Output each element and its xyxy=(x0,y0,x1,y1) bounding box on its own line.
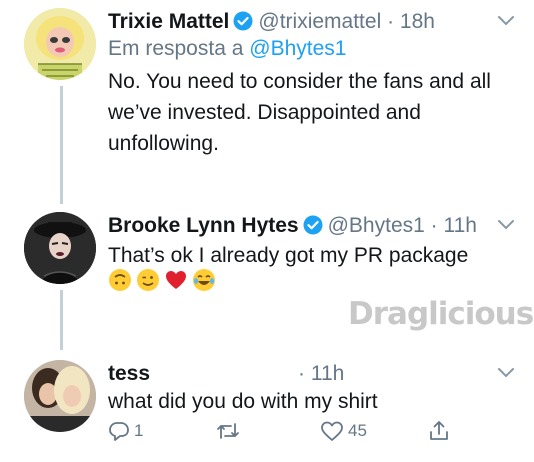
tweet-text-line: That’s ok I already got my PR package xyxy=(108,244,469,267)
timestamp[interactable]: · 11h xyxy=(298,362,344,386)
thread-line-2 xyxy=(60,290,63,350)
verified-badge-icon xyxy=(303,215,323,241)
tweet-text-line: unfollowing. xyxy=(108,132,219,155)
reply-button[interactable]: 1 xyxy=(108,420,143,442)
retweet-button[interactable] xyxy=(216,420,240,442)
share-button[interactable] xyxy=(428,420,450,442)
chevron-down-icon[interactable] xyxy=(497,218,515,230)
tweet-text-line: No. You need to consider the fans and al… xyxy=(108,70,491,93)
like-button[interactable]: 45 xyxy=(320,420,367,442)
avatar-trixie[interactable] xyxy=(24,8,96,80)
reply-context: Em resposta a @Bhytes1 xyxy=(108,37,346,61)
reply-prefix: Em resposta a xyxy=(108,37,244,60)
watermark: Draglicious xyxy=(348,296,534,332)
tweet-text-line: we’ve invested. Disappointed and xyxy=(108,101,421,124)
tweet-1-header: Trixie Mattel @trixiemattel · 18h xyxy=(108,10,435,37)
tweet-text-line: what did you do with my shirt xyxy=(108,390,378,413)
reply-count: 1 xyxy=(134,421,144,440)
avatar-brooke[interactable] xyxy=(24,212,96,284)
verified-badge-icon xyxy=(233,11,253,37)
handle[interactable]: @trixiemattel xyxy=(258,10,381,33)
tweet-2-header: Brooke Lynn Hytes @Bhytes1 · 11h xyxy=(108,214,477,241)
tears-of-joy-icon xyxy=(192,268,216,292)
winking-face-icon xyxy=(136,268,160,292)
tweet-actions: 1 45 xyxy=(108,420,508,450)
handle[interactable]: @Bhytes1 xyxy=(328,214,425,237)
avatar-tess[interactable] xyxy=(24,360,96,432)
display-name[interactable]: Trixie Mattel xyxy=(108,10,229,33)
timestamp[interactable]: · 11h xyxy=(431,214,477,237)
emoji-row xyxy=(108,268,220,296)
share-icon xyxy=(428,420,450,442)
upside-down-face-icon xyxy=(108,268,132,292)
red-heart-icon xyxy=(164,268,188,292)
timestamp[interactable]: · 18h xyxy=(387,10,435,33)
tweet-1-text: No. You need to consider the fans and al… xyxy=(108,66,491,159)
tweet-3-text: what did you do with my shirt xyxy=(108,386,378,417)
chevron-down-icon[interactable] xyxy=(497,14,515,26)
like-count: 45 xyxy=(348,421,367,440)
retweet-icon xyxy=(216,420,240,442)
reply-to-link[interactable]: @Bhytes1 xyxy=(249,37,346,60)
display-name[interactable]: Brooke Lynn Hytes xyxy=(108,214,299,237)
like-icon xyxy=(320,420,344,442)
display-name[interactable]: tess xyxy=(108,362,150,385)
chevron-down-icon[interactable] xyxy=(497,366,515,378)
tweet-2-text: That’s ok I already got my PR package xyxy=(108,240,468,271)
thread-line-1 xyxy=(60,86,63,204)
reply-icon xyxy=(108,420,130,442)
tweet-3-header: tess · 11h xyxy=(108,362,344,386)
